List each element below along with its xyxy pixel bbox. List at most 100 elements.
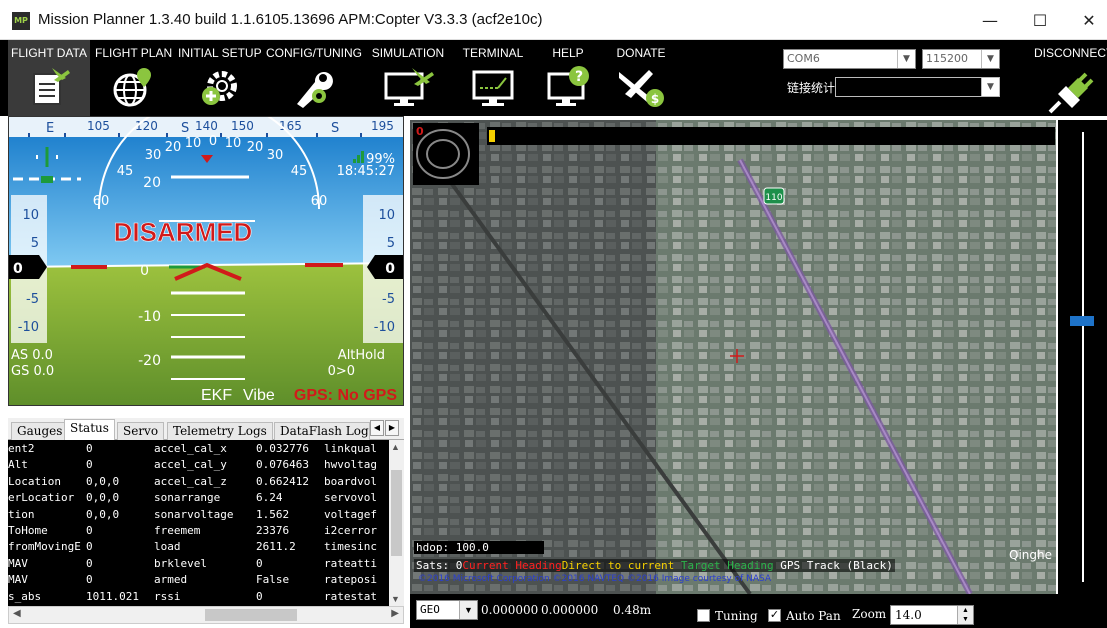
maximize-button[interactable]: ☐ (1025, 8, 1055, 34)
menu-label: FLIGHT PLAN (95, 46, 173, 60)
status-field-name: hwvoltag (324, 458, 377, 472)
scroll-down-icon[interactable]: ▼ (391, 594, 400, 604)
satellite-map[interactable]: 110 Qinghe (410, 120, 1056, 594)
altitude-tape-label: -5 (382, 292, 395, 307)
scroll-right-icon[interactable]: ▶ (391, 608, 399, 619)
status-field-name: armed (154, 573, 188, 587)
status-field-name: rateatti (324, 556, 377, 570)
altitude-value: 0 (385, 261, 395, 277)
speed-value: 0 (13, 261, 23, 277)
tab-servo[interactable]: Servo (117, 422, 165, 440)
status-field-value: 0 (86, 540, 93, 554)
ekf-indicator[interactable]: EKF (201, 387, 232, 404)
menu-label: TERMINAL (462, 46, 524, 60)
altitude-tape-label: 5 (387, 236, 395, 251)
horizontal-scroll-thumb[interactable] (205, 609, 297, 621)
menu-label: FLIGHT DATA (10, 46, 87, 60)
chevron-down-icon: ▼ (459, 601, 477, 619)
data-tabs: Gauges Status Servo Telemetry Logs DataF… (8, 418, 404, 440)
initial-setup-gear-icon (202, 71, 237, 105)
baud-select[interactable]: 115200 ▼ (922, 49, 1000, 69)
sats-readout: Sats: 0 (416, 559, 463, 572)
disconnect-label: DISCONNECT (1034, 46, 1107, 60)
zoom-slider-thumb[interactable] (1070, 316, 1094, 326)
vertical-scroll-thumb[interactable] (391, 470, 402, 556)
status-field-value: 0.032776 (256, 442, 309, 455)
status-field-value: 0 (86, 458, 93, 472)
menu-label: SIMULATION (371, 46, 445, 60)
vertical-scrollbar[interactable]: ▲ ▼ (389, 440, 404, 606)
heading-bar (487, 127, 1055, 145)
zoom-input[interactable]: 14.0 ▲ ▼ (890, 605, 974, 625)
link-stats-select[interactable]: ▼ (835, 77, 1000, 97)
status-field-name: timesinc (324, 540, 377, 554)
status-field-value: 2611.2 (256, 540, 296, 554)
roll-label: 20 (165, 140, 182, 155)
status-field-name: Location (8, 474, 61, 488)
speed-tape-label: 10 (22, 208, 39, 223)
roll-label: 60 (93, 194, 110, 209)
plug-icon (1048, 72, 1093, 114)
map-zoom-slider[interactable] (1058, 120, 1107, 594)
map-tile (656, 120, 1056, 594)
menu-simulation[interactable]: SIMULATION (370, 40, 446, 116)
window-title: Mission Planner 1.3.40 build 1.1.6105.13… (38, 11, 543, 28)
minimize-button[interactable]: — (975, 8, 1005, 34)
tab-scroll-right-icon[interactable]: ▶ (385, 420, 399, 436)
menu-donate[interactable]: DONATE $ (608, 40, 674, 116)
airspeed-readout: AS 0.0 (11, 348, 53, 363)
tuning-label[interactable]: Tuning (715, 609, 758, 623)
status-field-name: MAV (8, 573, 28, 587)
horizontal-scrollbar[interactable]: ◀ ▶ (8, 606, 404, 624)
status-field-value: 0,0,0 (86, 491, 120, 505)
close-button[interactable]: ✕ (1074, 8, 1104, 34)
status-field-name: linkqual (324, 442, 377, 455)
menu-config-tuning[interactable]: CONFIG/TUNING (266, 40, 362, 116)
groundspeed-readout: GS 0.0 (11, 364, 54, 379)
chevron-down-icon: ▼ (981, 78, 999, 96)
status-field-name: i2cerror (324, 524, 377, 537)
status-field-value: 0.662412 (256, 474, 309, 488)
link-stats-label: 链接统计 (787, 81, 836, 95)
heading-tick-label: 120 (135, 119, 158, 133)
status-field-name: boardvol (324, 474, 377, 488)
menu-flight-plan[interactable]: FLIGHT PLAN (95, 40, 173, 116)
autopan-checkbox[interactable]: ✓ (768, 609, 781, 622)
coord-type-select[interactable]: GEO ▼ (416, 600, 478, 620)
heading-tick-label: S (181, 121, 189, 136)
vibe-indicator[interactable]: Vibe (243, 387, 275, 404)
compass-icon: 0 (416, 125, 470, 179)
status-field-name: voltagef (324, 507, 377, 521)
status-field-name: rateposi (324, 573, 377, 587)
status-field-value: 1011.021 (86, 589, 139, 603)
menu-terminal[interactable]: TERMINAL (458, 40, 528, 116)
disconnect-button[interactable]: DISCONNECT (1034, 40, 1107, 116)
status-field-name: ent2 (8, 442, 35, 455)
status-field-name: accel_cal_y (154, 458, 227, 472)
scroll-left-icon[interactable]: ◀ (13, 608, 21, 619)
speed-tape-label: -5 (26, 292, 39, 307)
zoom-stepper-icon[interactable]: ▲ ▼ (957, 606, 973, 624)
speed-tape-label: -10 (18, 320, 39, 335)
heading-tick-label: 105 (87, 119, 110, 133)
menu-flight-data[interactable]: FLIGHT DATA (8, 40, 90, 116)
menu-help[interactable]: HELP ? (536, 40, 600, 116)
hdop-readout: hdop: 100.0 (414, 541, 544, 554)
svg-text:$: $ (651, 92, 659, 106)
scroll-up-icon[interactable]: ▲ (391, 442, 400, 452)
roll-label: 10 (225, 136, 242, 151)
tab-status[interactable]: Status (64, 419, 115, 440)
roll-label: 0 (209, 134, 217, 149)
tuning-checkbox[interactable] (697, 609, 710, 622)
legend-direct-to-current: Direct to current (561, 559, 675, 572)
help-monitor-icon: ? (547, 66, 589, 106)
port-select[interactable]: COM6 ▼ (783, 49, 916, 69)
tab-scroll-left-icon[interactable]: ◀ (370, 420, 384, 436)
tab-telemetry-logs[interactable]: Telemetry Logs (167, 422, 273, 440)
heading-tick-label: 150 (231, 119, 254, 133)
menu-initial-setup[interactable]: INITIAL SETUP (178, 40, 262, 116)
roll-label: 45 (117, 164, 134, 179)
tab-dataflash-logs[interactable]: DataFlash Log (274, 422, 370, 440)
tab-gauges[interactable]: Gauges (11, 422, 69, 440)
autopan-label[interactable]: Auto Pan (786, 609, 841, 623)
